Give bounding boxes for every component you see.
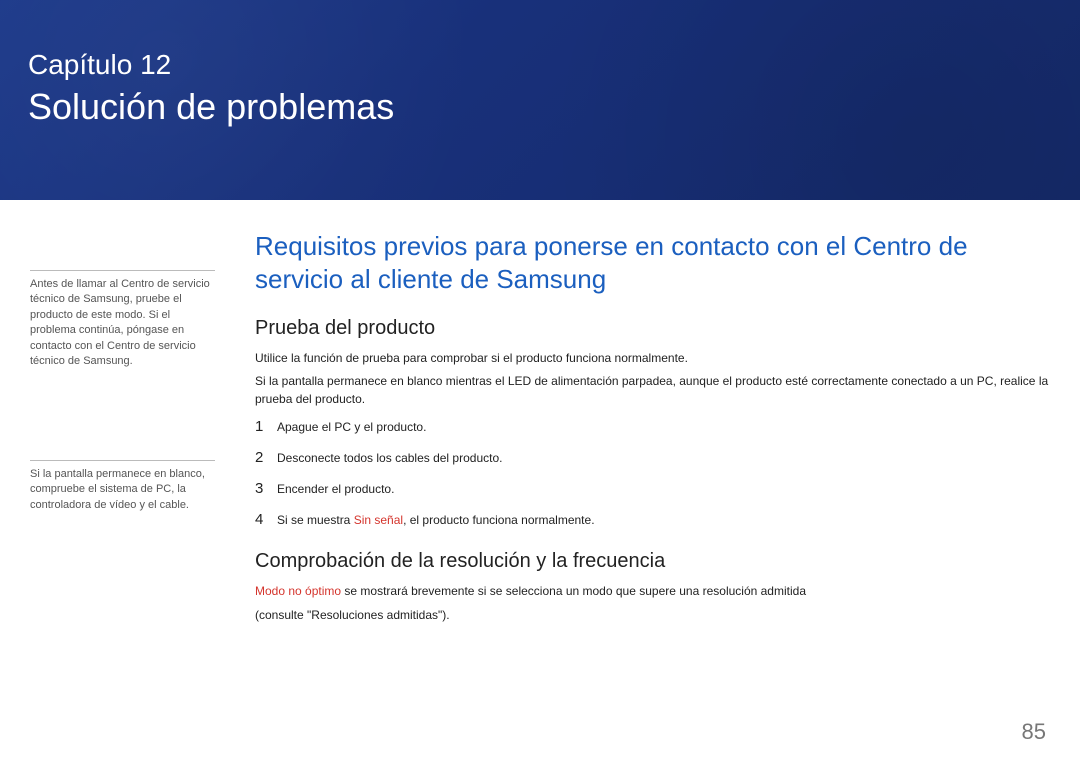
- product-test-p1: Utilice la función de prueba para compro…: [255, 350, 1055, 367]
- step-number: 3: [255, 480, 277, 497]
- section-title: Requisitos previos para ponerse en conta…: [255, 230, 1055, 295]
- step-text: Desconecte todos los cables del producto…: [277, 451, 502, 465]
- steps-list: 1 Apague el PC y el producto. 2 Desconec…: [255, 418, 1055, 528]
- chapter-banner: Capítulo 12 Solución de problemas: [0, 0, 1080, 200]
- resolution-highlight: Modo no óptimo: [255, 584, 341, 598]
- heading-resolution-check: Comprobación de la resolución y la frecu…: [255, 550, 1055, 573]
- page-number: 85: [1022, 719, 1046, 745]
- heading-product-test: Prueba del producto: [255, 317, 1055, 340]
- step-row: 2 Desconecte todos los cables del produc…: [255, 449, 1055, 466]
- step4-suffix: , el producto funciona normalmente.: [403, 513, 594, 527]
- chapter-label: Capítulo 12: [28, 48, 1080, 82]
- step-text: Encender el producto.: [277, 482, 394, 496]
- step-row: 3 Encender el producto.: [255, 480, 1055, 497]
- step4-highlight: Sin señal: [354, 513, 403, 527]
- step-number: 1: [255, 418, 277, 435]
- page-content: Antes de llamar al Centro de servicio té…: [0, 200, 1080, 624]
- sidebar-note-1: Antes de llamar al Centro de servicio té…: [30, 270, 215, 369]
- step-number: 4: [255, 511, 277, 528]
- step-text: Apague el PC y el producto.: [277, 420, 426, 434]
- step-row: 4 Si se muestra Sin señal, el producto f…: [255, 511, 1055, 528]
- step4-prefix: Si se muestra: [277, 513, 354, 527]
- step-text: Si se muestra Sin señal, el producto fun…: [277, 513, 595, 527]
- main-column: Requisitos previos para ponerse en conta…: [255, 230, 1055, 624]
- product-test-p2: Si la pantalla permanece en blanco mient…: [255, 373, 1055, 408]
- step-number: 2: [255, 449, 277, 466]
- resolution-p1-rest: se mostrará brevemente si se selecciona …: [341, 584, 806, 598]
- resolution-p2: (consulte "Resoluciones admitidas").: [255, 607, 1055, 624]
- step-row: 1 Apague el PC y el producto.: [255, 418, 1055, 435]
- chapter-title: Solución de problemas: [28, 86, 1080, 127]
- sidebar-note-2: Si la pantalla permanece en blanco, comp…: [30, 460, 215, 513]
- resolution-p1: Modo no óptimo se mostrará brevemente si…: [255, 583, 1055, 600]
